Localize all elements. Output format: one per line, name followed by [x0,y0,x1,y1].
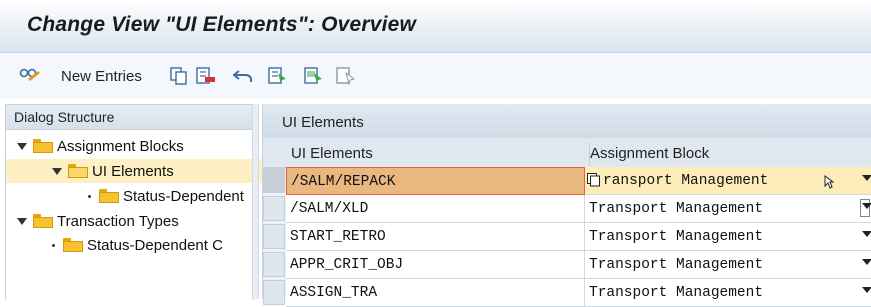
dropdown-arrow-icon[interactable] [862,259,871,265]
tree-item-label: Assignment Blocks [57,137,184,155]
select-all-button[interactable] [268,66,288,86]
folder-icon [99,189,119,203]
row-selector[interactable] [263,168,285,193]
ui-element-cell[interactable]: /SALM/REPACK [286,167,585,195]
ui-element-cell[interactable]: APPR_CRIT_OBJ [286,251,585,279]
glasses-icon [19,68,40,81]
dropdown-arrow-icon[interactable] [862,203,871,209]
row-selector[interactable] [263,196,285,221]
open-folder-icon [68,164,88,178]
table-header-row: UI Elements Assignment Block [263,138,871,168]
undo-icon [233,70,252,82]
row-selector[interactable] [263,280,285,305]
folder-icon [33,139,53,153]
expand-triangle-icon[interactable] [52,167,62,175]
new-entries-label: New Entries [61,67,142,85]
dropdown-arrow-icon[interactable] [862,287,871,293]
select-block-button[interactable] [304,66,324,86]
dropdown-arrow-icon[interactable] [862,175,871,181]
deselect-all-button[interactable] [336,66,356,86]
assignment-block-cell[interactable]: Transport Management [585,251,871,279]
select-all-icon [268,67,286,84]
ui-elements-pane: UI Elements UI Elements Assignment Block… [262,104,871,307]
row-selector[interactable] [263,252,285,277]
tree-item-assignment-blocks[interactable]: Assignment Blocks [6,134,264,158]
bullet-icon [52,243,55,247]
row-selector[interactable] [263,224,285,249]
assignment-block-value: Transport Management [589,257,764,273]
assignment-block-value: ransport Management [603,173,769,189]
expand-triangle-icon[interactable] [17,217,27,225]
tree-item-label: Transaction Types [57,212,179,230]
copy-value-icon[interactable] [587,173,601,187]
table-row[interactable]: APPR_CRIT_OBJ Transport Management [263,251,871,279]
delete-icon [196,67,215,84]
column-header-assignment-block[interactable]: Assignment Block [589,142,709,166]
folder-icon [63,238,83,252]
bullet-icon [88,194,91,198]
assignment-block-value: Transport Management [589,229,764,245]
dialog-structure-header: Dialog Structure [6,105,253,130]
assignment-block-cell[interactable]: Transport Management [585,279,871,307]
assignment-block-cell[interactable]: Transport Management [585,223,871,251]
title-bar: Change View "UI Elements": Overview [0,0,871,53]
toolbar: New Entries [0,53,871,99]
dialog-structure-pane: Dialog Structure Assignment Blocks UI El… [5,104,299,300]
copy-button[interactable] [170,66,188,86]
display-change-button[interactable] [19,66,41,86]
deselect-all-icon [336,67,356,85]
assignment-block-cell[interactable]: ransport Management [585,167,871,195]
undo-button[interactable] [233,66,253,86]
ui-element-cell[interactable]: /SALM/XLD [286,195,585,223]
new-entries-button[interactable]: New Entries [61,66,142,86]
table-row[interactable]: START_RETRO Transport Management [263,223,871,251]
assignment-block-cell[interactable]: Transport Management [585,195,871,223]
delete-button[interactable] [196,66,216,86]
folder-icon [33,214,53,228]
pane-splitter[interactable] [252,104,259,299]
table-row[interactable]: /SALM/XLD Transport Management [263,195,871,223]
mouse-cursor-icon [824,175,834,189]
tree-item-label: Status-Dependent [123,187,244,205]
page-title: Change View "UI Elements": Overview [27,13,417,36]
copy-icon [170,67,187,85]
ui-element-cell[interactable]: ASSIGN_TRA [286,279,585,307]
column-header-ui-elements[interactable]: UI Elements [291,142,373,166]
assignment-block-value: Transport Management [589,201,764,217]
tree-item-label: Status-Dependent C [87,236,223,254]
tree-item-transaction-types[interactable]: Transaction Types [6,209,264,233]
ui-elements-header: UI Elements [263,104,871,138]
expand-triangle-icon[interactable] [17,142,27,150]
tree-item-label: UI Elements [92,162,174,180]
table-row[interactable]: ASSIGN_TRA Transport Management [263,279,871,307]
select-block-icon [304,67,322,84]
table-row[interactable]: /SALM/REPACK ransport Management [263,167,871,195]
dropdown-arrow-icon[interactable] [862,231,871,237]
ui-element-cell[interactable]: START_RETRO [286,223,585,251]
